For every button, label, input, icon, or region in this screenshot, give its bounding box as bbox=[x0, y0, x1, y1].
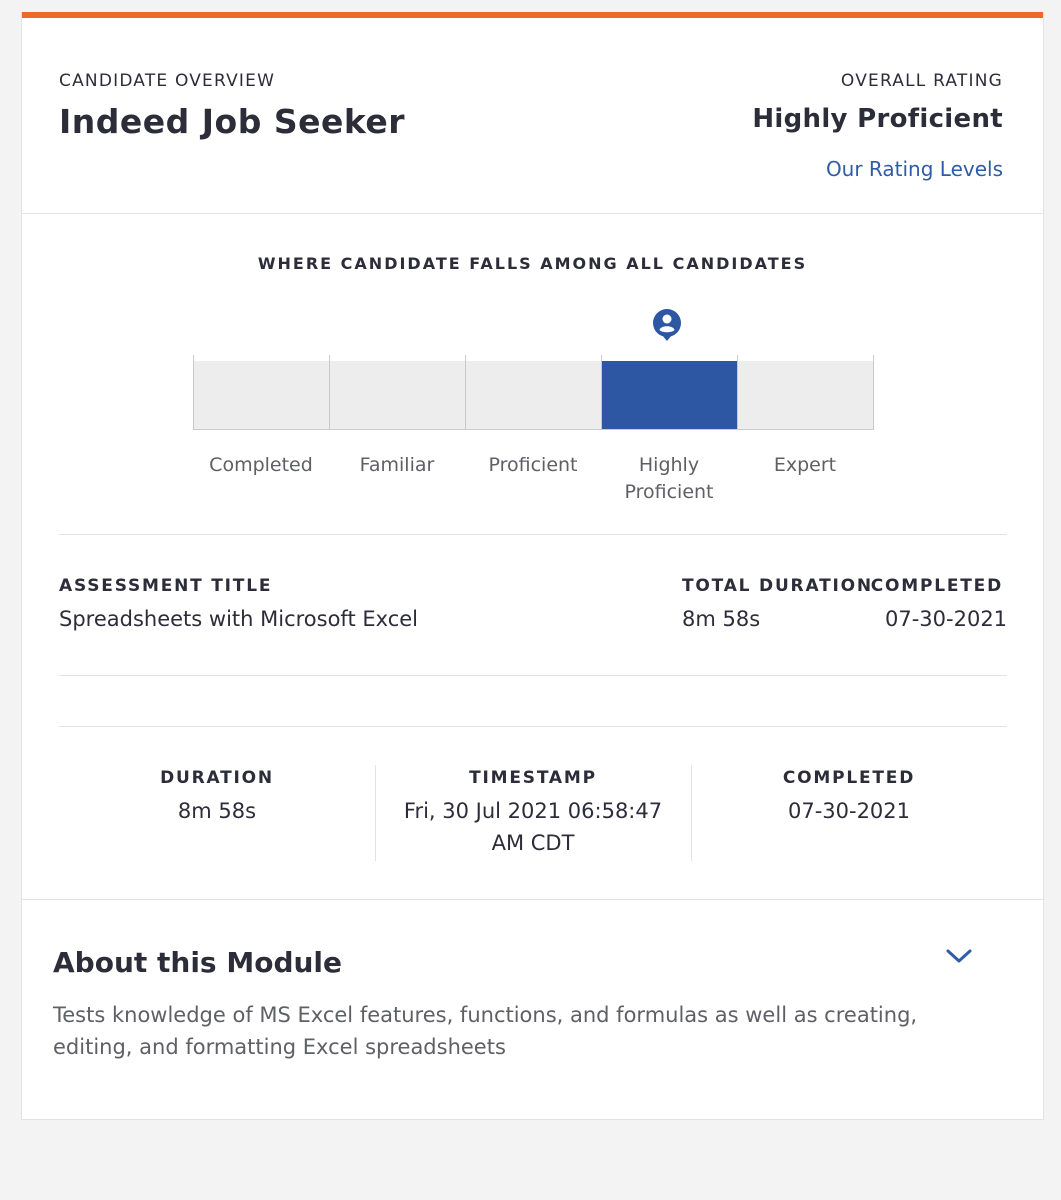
divider bbox=[59, 726, 1007, 727]
assessment-title-label: ASSESSMENT TITLE bbox=[59, 576, 273, 596]
total-duration-label: TOTAL DURATION bbox=[682, 576, 873, 596]
distribution-title: WHERE CANDIDATE FALLS AMONG ALL CANDIDAT… bbox=[257, 254, 808, 273]
about-module-title: About this Module bbox=[53, 946, 343, 979]
bar-divider bbox=[329, 355, 330, 430]
about-module-description: Tests knowledge of MS Excel features, fu… bbox=[53, 1003, 918, 1059]
rating-level-bar bbox=[601, 361, 737, 430]
rating-level-label-line: Proficient bbox=[488, 454, 578, 476]
rating-level-label-line: Proficient bbox=[624, 481, 714, 503]
candidate-overview-label: CANDIDATE OVERVIEW bbox=[59, 71, 276, 91]
rating-level-bar bbox=[329, 361, 465, 430]
bar-divider bbox=[193, 355, 194, 430]
about-module-section: About this Module Tests knowledge of MS … bbox=[22, 899, 1043, 1120]
total-duration-value: 8m 58s bbox=[682, 607, 761, 631]
bar-divider bbox=[465, 355, 466, 430]
rating-level-label-line: Completed bbox=[209, 454, 313, 476]
rating-distribution-bars bbox=[193, 355, 874, 430]
overall-rating-label: OVERALL RATING bbox=[840, 71, 1003, 91]
rating-level-label: Expert bbox=[737, 452, 873, 479]
rating-level-label-line: Expert bbox=[773, 454, 837, 476]
user-location-pin-icon bbox=[653, 309, 681, 341]
duration-label: DURATION bbox=[160, 768, 274, 788]
rating-level-bar bbox=[193, 361, 329, 430]
timestamp-label: TIMESTAMP bbox=[469, 768, 597, 788]
completed-value: 07-30-2021 bbox=[885, 607, 1008, 631]
bar-divider bbox=[601, 355, 602, 430]
assessment-title-value: Spreadsheets with Microsoft Excel bbox=[59, 607, 418, 631]
rating-level-label-line: Familiar bbox=[359, 454, 435, 476]
rating-level-bar bbox=[465, 361, 601, 430]
details-completed-label: COMPLETED bbox=[782, 768, 916, 788]
candidate-header: CANDIDATE OVERVIEW Indeed Job Seeker OVE… bbox=[22, 18, 1043, 214]
bar-divider bbox=[737, 355, 738, 430]
rating-level-label: Proficient bbox=[465, 452, 601, 479]
details-completed-value: 07-30-2021 bbox=[787, 799, 911, 823]
bar-divider bbox=[873, 355, 874, 430]
rating-level-label: Familiar bbox=[329, 452, 465, 479]
divider bbox=[59, 534, 1007, 535]
completed-label: COMPLETED bbox=[870, 576, 1003, 596]
rating-levels-link[interactable]: Our Rating Levels bbox=[826, 157, 1003, 181]
rating-level-label-line: Highly bbox=[638, 454, 700, 476]
timestamp-line1: Fri, 30 Jul 2021 06:58:47 bbox=[403, 799, 663, 823]
timestamp-line2: AM CDT bbox=[491, 831, 575, 855]
duration-value: 8m 58s bbox=[177, 799, 257, 823]
rating-level-label: Completed bbox=[193, 452, 329, 479]
divider bbox=[59, 675, 1007, 676]
rating-level-label: Highly Proficient bbox=[601, 452, 737, 506]
candidate-report-card: CANDIDATE OVERVIEW Indeed Job Seeker OVE… bbox=[21, 12, 1044, 1120]
overall-rating-value: Highly Proficient bbox=[752, 104, 1003, 134]
chevron-down-icon[interactable] bbox=[945, 946, 973, 966]
candidate-name: Indeed Job Seeker bbox=[59, 102, 406, 141]
rating-level-bar bbox=[737, 361, 873, 430]
